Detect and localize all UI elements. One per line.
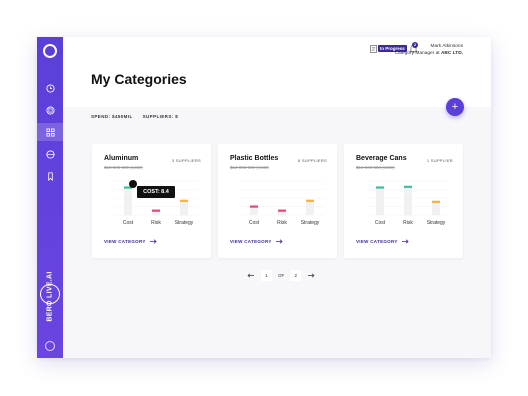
- plus-icon: +: [451, 101, 459, 113]
- category-label: Strategy: [427, 220, 446, 226]
- category-card[interactable]: Plastic Bottles 8 SUPPLIERS $10 000 000 …: [218, 144, 337, 258]
- logo-icon[interactable]: [43, 44, 57, 58]
- spend-total: SPEND: $450MIL: [91, 114, 133, 119]
- notification-count[interactable]: 2: [412, 42, 418, 48]
- bookmark-icon[interactable]: [37, 167, 63, 185]
- bar-strategy[interactable]: [306, 199, 314, 202]
- box-icon[interactable]: [37, 101, 63, 119]
- category-label: Risk: [277, 220, 287, 226]
- category-chart: Cost Risk Strategy: [366, 180, 450, 226]
- sidebar: BERO LIVE.AI: [37, 37, 63, 358]
- bar-risk[interactable]: [278, 209, 286, 212]
- bar-risk[interactable]: [404, 185, 412, 188]
- card-title: Beverage Cans: [356, 155, 407, 162]
- bar-strategy[interactable]: [180, 199, 188, 202]
- grid-icon[interactable]: [37, 123, 63, 141]
- card-title: Plastic Bottles: [230, 155, 279, 162]
- bar-cost[interactable]: [376, 186, 384, 189]
- user-role: Category Manager at ABC LTD.: [395, 51, 463, 56]
- cost-tooltip: COST: 8.4: [137, 186, 175, 198]
- info-icon[interactable]: [45, 341, 55, 351]
- bar-track: [180, 199, 188, 215]
- globe-icon[interactable]: [37, 145, 63, 163]
- category-label: Cost: [123, 220, 134, 226]
- tooltip-marker: [129, 180, 137, 188]
- card-suppliers: 3 SUPPLIERS: [171, 158, 201, 163]
- page-of-label: OF: [278, 273, 285, 278]
- arrow-right-icon: [275, 239, 283, 244]
- category-label: Strategy: [175, 220, 194, 226]
- header: My Categories In Progress 2 Mark Atkinso…: [63, 37, 491, 107]
- document-icon: [370, 45, 377, 53]
- brand-logo[interactable]: BERO LIVE.AI: [39, 269, 61, 323]
- page-total[interactable]: 2: [290, 270, 302, 281]
- bar-track: [404, 185, 412, 215]
- card-title: Aluminum: [104, 155, 139, 162]
- category-card[interactable]: Beverage Cans 1 SUPPLIER $10 000 000 (US…: [344, 144, 463, 258]
- bar-risk[interactable]: [152, 209, 160, 212]
- bar-track: [376, 186, 384, 215]
- bar-strategy[interactable]: [432, 200, 440, 203]
- view-category-link[interactable]: VIEW CATEGORY: [230, 239, 283, 244]
- category-label: Cost: [375, 220, 386, 226]
- view-category-link[interactable]: VIEW CATEGORY: [104, 239, 157, 244]
- category-label: Risk: [403, 220, 413, 226]
- chevron-right-icon[interactable]: [307, 272, 316, 279]
- add-category-button[interactable]: +: [446, 98, 464, 116]
- arrow-right-icon: [401, 239, 409, 244]
- category-label: Cost: [249, 220, 260, 226]
- category-card[interactable]: Aluminum 3 SUPPLIERS $10 000 000 (USD) C…: [92, 144, 211, 258]
- summary-bar: SPEND: $450MIL SUPPLIERS: 8: [91, 114, 178, 119]
- view-category-label: VIEW CATEGORY: [356, 239, 398, 244]
- bar-track: [124, 186, 132, 215]
- user-role-prefix: Category Manager at: [394, 51, 440, 56]
- category-chart: Cost Risk Strategy: [114, 180, 198, 226]
- app-window: BERO LIVE.AI My Categories In Progress 2…: [37, 37, 491, 358]
- arrow-right-icon: [149, 239, 157, 244]
- view-category-label: VIEW CATEGORY: [104, 239, 146, 244]
- user-company: ABC LTD.: [440, 51, 463, 56]
- card-suppliers: 8 SUPPLIERS: [297, 158, 327, 163]
- card-price: $10 000 000 (USD): [230, 165, 269, 170]
- category-label: Risk: [151, 220, 161, 226]
- view-category-label: VIEW CATEGORY: [230, 239, 272, 244]
- brand-label: BERO LIVE.AI: [46, 270, 54, 322]
- page-current[interactable]: 1: [261, 270, 272, 281]
- category-chart: Cost Risk Strategy: [240, 180, 324, 226]
- chevron-left-icon[interactable]: [246, 272, 255, 279]
- bar-cost[interactable]: [250, 205, 258, 208]
- suppliers-total: SUPPLIERS: 8: [142, 114, 179, 119]
- pagination: 1 OF 2: [246, 270, 316, 281]
- card-suppliers: 1 SUPPLIER: [426, 158, 453, 163]
- view-category-link[interactable]: VIEW CATEGORY: [356, 239, 409, 244]
- card-price: $10 000 000 (USD): [356, 165, 395, 170]
- card-price: $10 000 000 (USD): [104, 165, 143, 170]
- category-label: Strategy: [301, 220, 320, 226]
- bar-track: [306, 199, 314, 215]
- clock-icon[interactable]: [37, 79, 63, 97]
- user-name[interactable]: Mark Atkinsons: [430, 44, 463, 49]
- page-title: My Categories: [91, 71, 187, 87]
